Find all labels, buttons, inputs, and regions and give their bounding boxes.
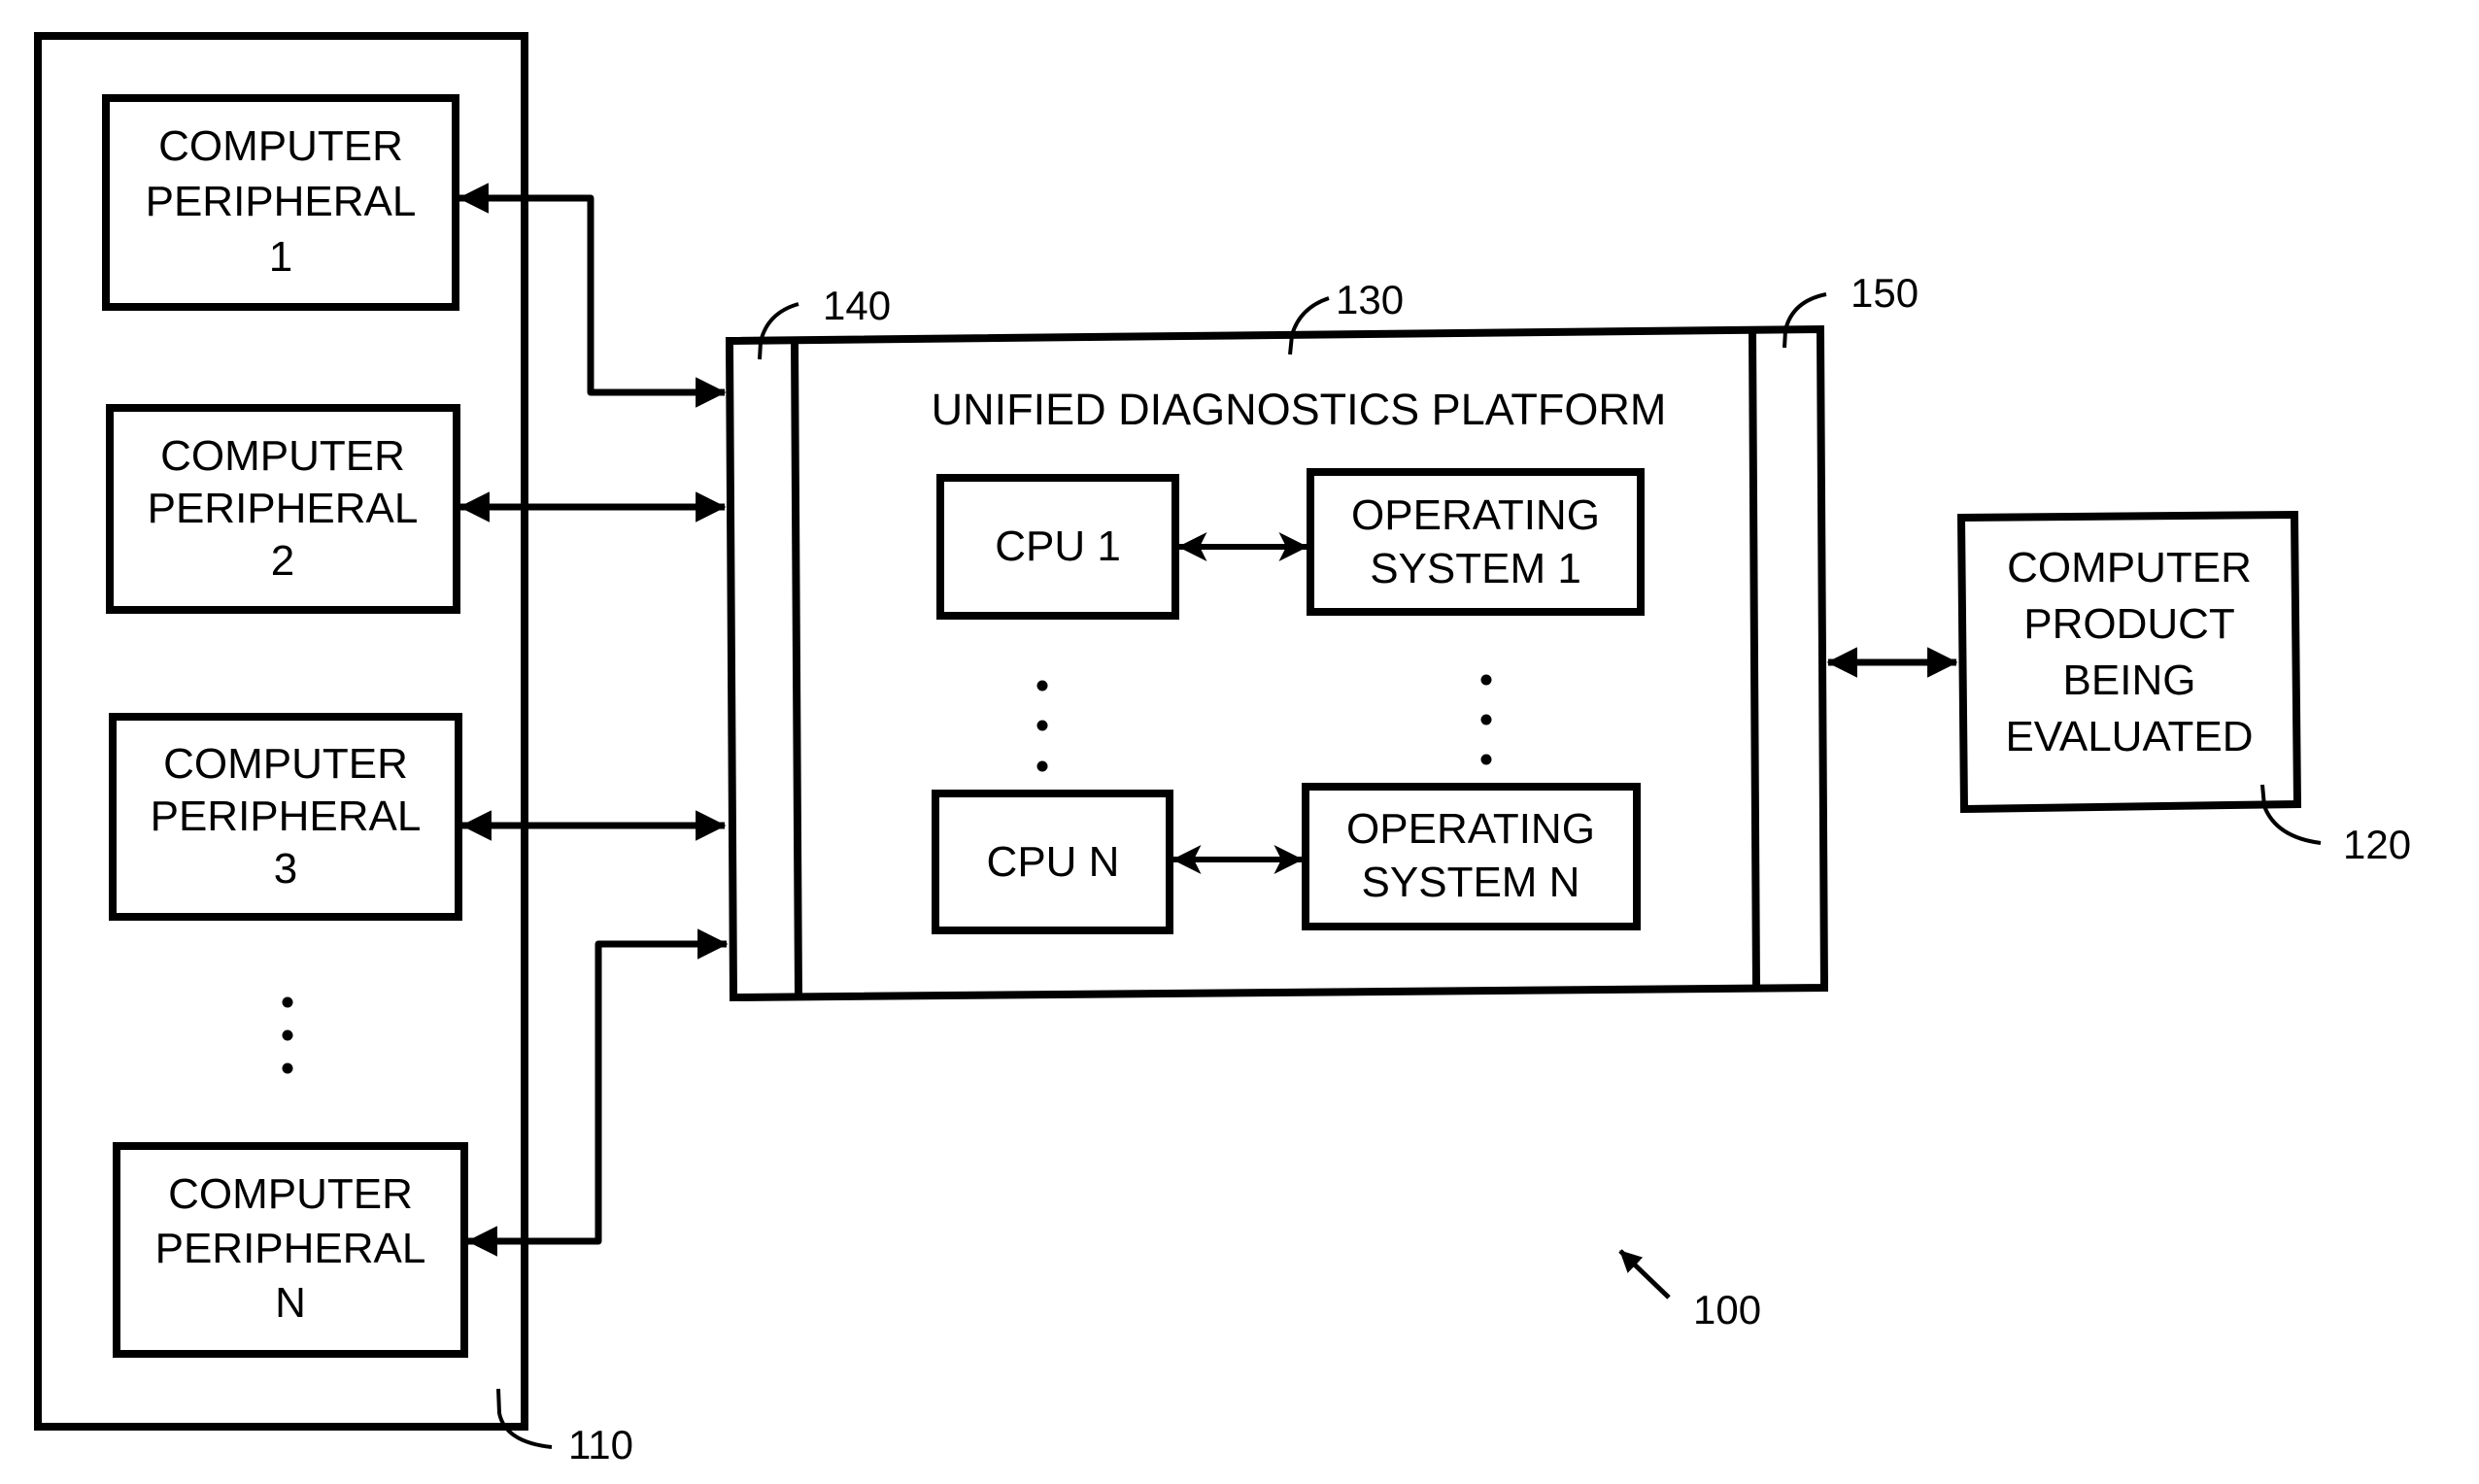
product-being-evaluated-box: COMPUTER PRODUCT BEING EVALUATED 120 [1956, 510, 2411, 867]
ref-120-leader [2260, 784, 2322, 845]
cpu-1-label: CPU 1 [995, 523, 1121, 570]
os-ellipsis-icon [1480, 674, 1492, 765]
peripheral-3-line-3: 3 [274, 845, 297, 893]
ref-150-label: 150 [1851, 270, 1919, 316]
ref-100-label: 100 [1693, 1287, 1761, 1332]
peripheral-n-line-1: COMPUTER [168, 1170, 413, 1218]
peripheral-group: COMPUTER PERIPHERAL 1 COMPUTER PERIPHERA… [34, 32, 633, 1467]
interface-140-divider [791, 340, 802, 998]
ref-120-label: 120 [2343, 822, 2411, 867]
peripheral-1-line-3: 1 [269, 233, 292, 281]
ref-110-label: 110 [568, 1422, 633, 1467]
peripheral-2-line-1: COMPUTER [160, 432, 405, 480]
operating-system-1-box: OPERATING SYSTEM 1 [1307, 468, 1645, 616]
peripheral-n-line-2: PERIPHERAL [155, 1225, 426, 1272]
ref-130-label: 130 [1336, 277, 1404, 322]
platform-title: UNIFIED DIAGNOSTICS PLATFORM [932, 385, 1667, 434]
cpu-n-box: CPU N [932, 790, 1173, 934]
ref-140-label: 140 [823, 283, 891, 328]
peripheral-connections [458, 183, 729, 1257]
connector-peripheral-n [466, 928, 729, 1257]
peripheral-n-line-3: N [275, 1279, 306, 1327]
operating-system-n-box: OPERATING SYSTEM N [1302, 783, 1641, 930]
os-n-line-1: OPERATING [1346, 805, 1595, 853]
peripheral-ellipsis-icon [282, 996, 293, 1074]
os-1-line-1: OPERATING [1351, 491, 1600, 539]
peripheral-3-line-2: PERIPHERAL [151, 793, 422, 840]
product-line-1: COMPUTER [2007, 544, 2252, 591]
peripheral-3-line-1: COMPUTER [163, 740, 408, 788]
figure-reference: 100 [1618, 1249, 1761, 1332]
ref-130-leader [1288, 296, 1330, 355]
peripheral-1-line-1: COMPUTER [158, 122, 403, 170]
interface-150-divider [1749, 329, 1760, 990]
product-line-4: EVALUATED [2005, 713, 2253, 760]
peripheral-3-box: COMPUTER PERIPHERAL 3 [109, 713, 462, 921]
peripheral-2-line-2: PERIPHERAL [148, 485, 419, 532]
unified-diagnostics-platform: UNIFIED DIAGNOSTICS PLATFORM CPU 1 OPERA… [725, 270, 1919, 1002]
peripheral-1-box: COMPUTER PERIPHERAL 1 [102, 94, 459, 311]
peripheral-n-box: COMPUTER PERIPHERAL N [113, 1142, 468, 1358]
peripheral-1-line-2: PERIPHERAL [146, 178, 417, 225]
cpu-ellipsis-icon [1036, 680, 1048, 772]
ref-100-arrow-icon [1618, 1249, 1671, 1299]
os-1-line-2: SYSTEM 1 [1370, 545, 1581, 592]
os-n-line-2: SYSTEM N [1362, 859, 1580, 906]
peripheral-2-box: COMPUTER PERIPHERAL 2 [106, 404, 460, 614]
peripheral-2-line-3: 2 [271, 537, 294, 585]
cpu-n-label: CPU N [987, 838, 1120, 886]
system-block-diagram: COMPUTER PERIPHERAL 1 COMPUTER PERIPHERA… [34, 32, 2411, 1467]
product-line-2: PRODUCT [2023, 600, 2235, 648]
cpu-1-box: CPU 1 [936, 474, 1179, 620]
product-line-3: BEING [2063, 657, 2196, 704]
connector-peripheral-1 [458, 183, 727, 408]
